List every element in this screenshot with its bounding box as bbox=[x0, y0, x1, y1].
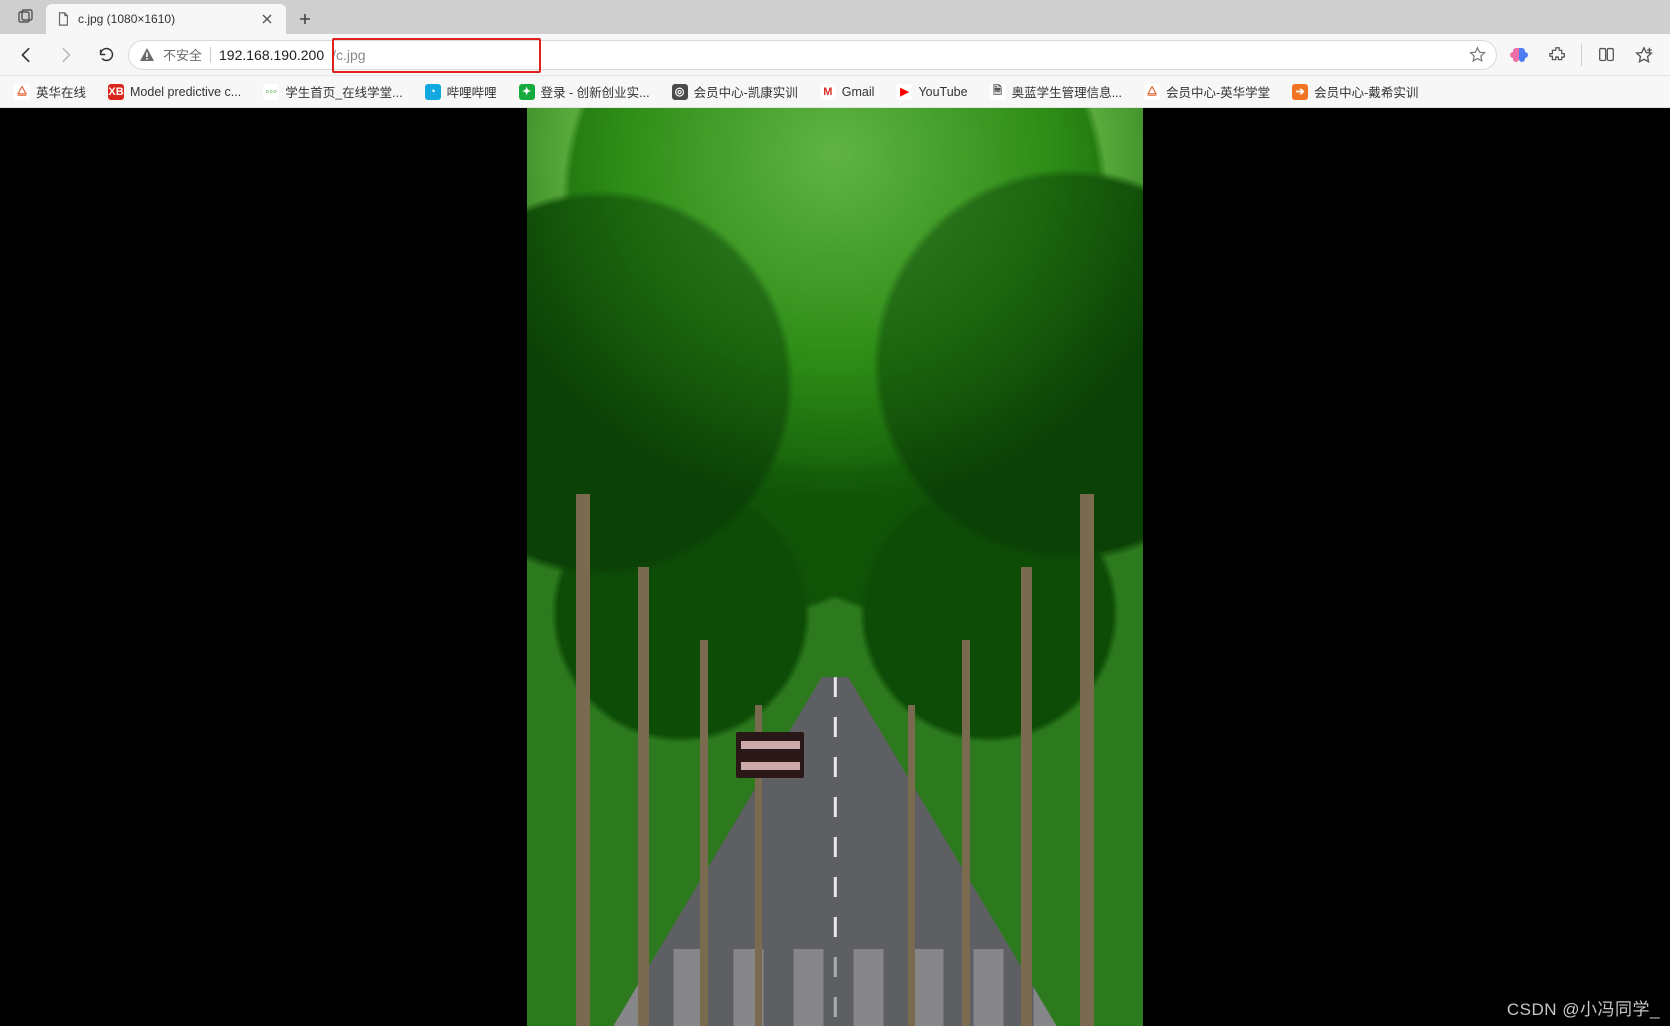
bookmark-label: 会员中心-凯康实训 bbox=[694, 82, 798, 101]
extensions-button[interactable] bbox=[1539, 39, 1575, 71]
image-viewer[interactable]: CSDN @小冯同学_ bbox=[0, 108, 1670, 1026]
bookmark-label: 学生首页_在线学堂... bbox=[285, 82, 402, 101]
bookmark-label: 登录 - 创新创业实... bbox=[541, 82, 650, 101]
forward-button[interactable] bbox=[48, 39, 84, 71]
bookmark-item[interactable]: ◔ 哔哩哔哩 bbox=[421, 79, 501, 104]
address-bar[interactable]: 不安全 192.168.190.200/c.jpg bbox=[128, 40, 1497, 70]
tab-actions-button[interactable] bbox=[4, 0, 46, 34]
toolbar: 不安全 192.168.190.200/c.jpg bbox=[0, 34, 1670, 76]
brain-icon[interactable] bbox=[1501, 39, 1537, 71]
back-button[interactable] bbox=[8, 39, 44, 71]
bookmark-item[interactable]: XB Model predictive c... bbox=[104, 81, 245, 103]
displayed-image bbox=[527, 108, 1143, 1026]
bookmark-label: 会员中心-英华学堂 bbox=[1166, 82, 1270, 101]
bookmark-label: YouTube bbox=[918, 85, 967, 99]
tab-title: c.jpg (1080×1610) bbox=[78, 12, 250, 26]
favicon: ✦ bbox=[519, 84, 535, 100]
security-label: 不安全 bbox=[163, 45, 202, 64]
favicon: ▶ bbox=[896, 84, 912, 100]
tab-strip: c.jpg (1080×1610) bbox=[0, 0, 1670, 34]
bookmark-item[interactable]: M Gmail bbox=[816, 81, 879, 103]
favicon: ◎ bbox=[672, 84, 688, 100]
bookmark-label: Model predictive c... bbox=[130, 85, 241, 99]
favicon: ⧋ bbox=[14, 84, 30, 100]
bookmark-item[interactable]: ⧋ 会员中心-英华学堂 bbox=[1140, 79, 1274, 104]
favicon: ⧋ bbox=[1144, 84, 1160, 100]
not-secure-icon bbox=[139, 47, 155, 63]
refresh-button[interactable] bbox=[88, 39, 124, 71]
bookmarks-bar: ⧋ 英华在线 XB Model predictive c... ◦◦◦ 学生首页_在线学堂… bbox=[0, 76, 1670, 108]
bookmark-item[interactable]: ◎ 会员中心-凯康实训 bbox=[668, 79, 802, 104]
favorite-button[interactable] bbox=[1469, 46, 1486, 63]
bookmark-item[interactable]: ◦◦◦ 学生首页_在线学堂... bbox=[259, 79, 406, 104]
favicon: ◦◦◦ bbox=[263, 84, 279, 100]
bookmark-item[interactable]: ⧋ 英华在线 bbox=[10, 79, 90, 104]
bookmark-item[interactable]: ➔ 会员中心-戴希实训 bbox=[1288, 79, 1422, 104]
watermark-text: CSDN @小冯同学_ bbox=[1507, 995, 1660, 1020]
url-host: 192.168.190.200 bbox=[219, 47, 324, 63]
favicon: M bbox=[820, 84, 836, 100]
bookmark-label: 英华在线 bbox=[36, 82, 86, 101]
favicon: ◔ bbox=[425, 84, 441, 100]
favorites-hub-button[interactable] bbox=[1626, 39, 1662, 71]
page-icon bbox=[56, 12, 70, 26]
bookmark-item[interactable]: 🗎 奥蓝学生管理信息... bbox=[986, 79, 1126, 104]
split-screen-button[interactable] bbox=[1588, 39, 1624, 71]
url-path: /c.jpg bbox=[332, 47, 365, 63]
toolbar-right bbox=[1501, 39, 1662, 71]
bookmark-label: 奥蓝学生管理信息... bbox=[1012, 82, 1122, 101]
addressbar-divider bbox=[210, 47, 211, 63]
bookmark-item[interactable]: ▶ YouTube bbox=[892, 81, 971, 103]
bookmark-label: Gmail bbox=[842, 85, 875, 99]
favicon: 🗎 bbox=[990, 84, 1006, 100]
close-tab-button[interactable] bbox=[258, 10, 276, 28]
favicon: XB bbox=[108, 84, 124, 100]
favicon: ➔ bbox=[1292, 84, 1308, 100]
bookmark-item[interactable]: ✦ 登录 - 创新创业实... bbox=[515, 79, 654, 104]
toolbar-separator bbox=[1581, 44, 1582, 66]
browser-tab[interactable]: c.jpg (1080×1610) bbox=[46, 4, 286, 34]
new-tab-button[interactable] bbox=[290, 4, 320, 34]
bookmark-label: 哔哩哔哩 bbox=[447, 82, 497, 101]
bookmark-label: 会员中心-戴希实训 bbox=[1314, 82, 1418, 101]
